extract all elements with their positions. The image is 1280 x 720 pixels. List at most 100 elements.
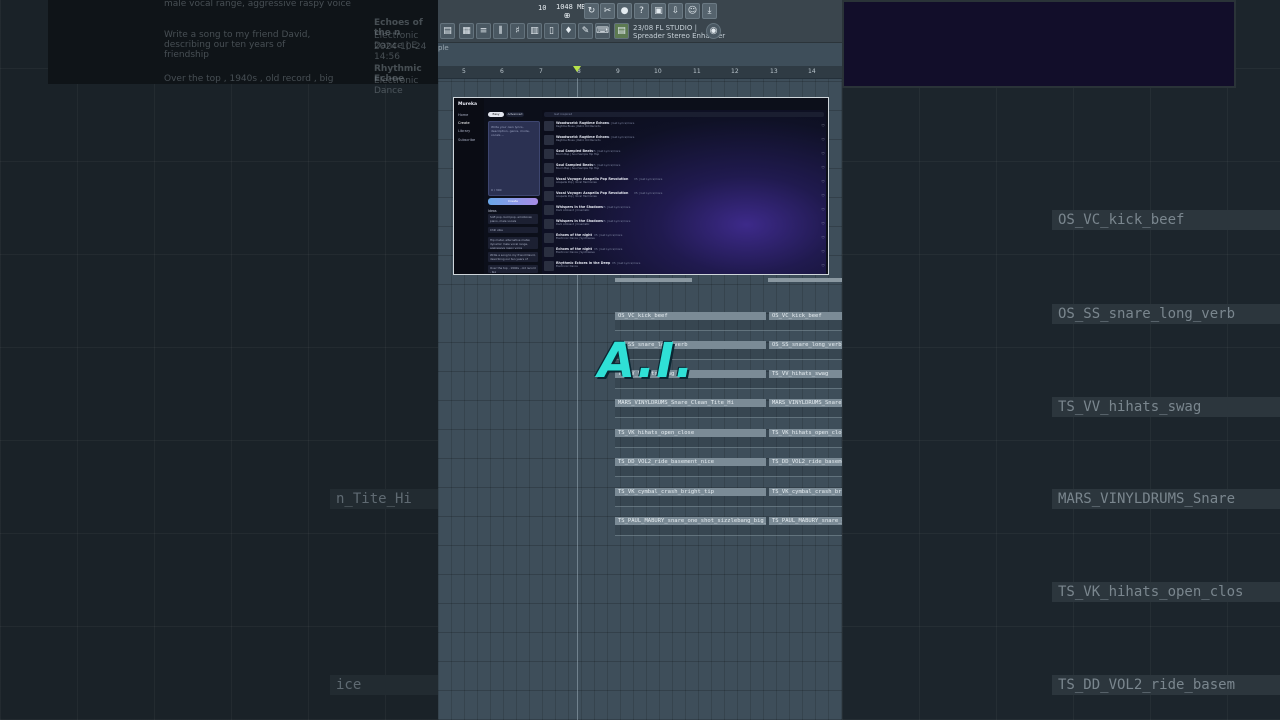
song-item[interactable]: Echoes of the night V5 | Get Lyrics/more… — [542, 246, 826, 259]
clip[interactable]: MARS_VINYLDRUMS_Snare_Clean_Tite_Hi — [769, 399, 842, 407]
nav-library[interactable]: Library — [458, 129, 470, 133]
mic-icon[interactable]: ● — [617, 3, 632, 19]
undo-icon[interactable]: ↻ — [584, 3, 599, 19]
nav-home[interactable]: Home — [458, 113, 468, 117]
clip[interactable]: OS_SS_snare_long_verb — [769, 341, 842, 349]
heart-icon[interactable]: ♡ — [821, 123, 825, 128]
pick-icon[interactable]: ✎ — [578, 23, 593, 39]
mureka-window: Mureka Home Create Library Subscribe Eas… — [453, 97, 829, 275]
scroll-segment[interactable] — [615, 278, 692, 282]
cut-icon[interactable]: ✂ — [600, 3, 615, 19]
nav-subscribe[interactable]: Subscribe — [458, 138, 475, 142]
song-item[interactable]: Woodworld: Ragtime Echoes V5 | Get Lyric… — [542, 120, 826, 133]
clip[interactable]: TS_PAUL_MABURY_snare_one_shot_sizzlebang… — [615, 517, 766, 525]
background-grid — [0, 0, 438, 720]
playhead-marker-icon[interactable] — [573, 66, 581, 72]
heart-icon[interactable]: ♡ — [821, 137, 825, 142]
background-browser-blur: male vocal range, aggressive raspy voice… — [48, 0, 438, 96]
heart-icon[interactable]: ♡ — [821, 263, 825, 268]
background-browser-blur — [842, 0, 1236, 88]
song-subtitle: Electronic Dance — [556, 265, 578, 268]
heart-icon[interactable]: ♡ — [821, 235, 825, 240]
heart-icon[interactable]: ♡ — [821, 249, 825, 254]
plugin-icon[interactable]: ♯ — [510, 23, 525, 39]
search-input[interactable]: Get inspired — [544, 112, 824, 117]
tab-easy[interactable]: Easy — [488, 112, 504, 117]
bg-clip: TS_DD_VOL2_ride_basem — [1052, 675, 1280, 695]
bg-clip: MARS_VINYLDRUMS_Snare — [1052, 489, 1280, 509]
brush-icon[interactable]: ♦ — [561, 23, 576, 39]
song-item[interactable]: Vocal Voyage: Acapella Pop Revolution V5… — [542, 190, 826, 203]
song-item[interactable]: Soul Sampled Beats V5 | Get Lyrics/more … — [542, 148, 826, 161]
idea-item[interactable]: Write a song to my friend David, describ… — [488, 252, 538, 262]
idea-item[interactable]: Chill vibe — [488, 227, 538, 233]
tab-advanced[interactable]: Advanced — [506, 112, 524, 117]
song-subtitle: Ragtime Blues | Retro Old Records — [556, 139, 601, 142]
song-version: V5 | Get Lyrics/more — [594, 247, 623, 251]
scroll-segment[interactable] — [768, 278, 842, 282]
song-item[interactable]: Vocal Voyage: Acapella Pop Revolution V5… — [542, 176, 826, 189]
mureka-sidebar: Mureka Home Create Library Subscribe — [454, 98, 484, 274]
clip[interactable]: TS_VK_cymbal_crash_bright_tip — [615, 488, 766, 496]
song-subtitle: Boom Bap | Soul Sample Hip Hop — [556, 167, 600, 170]
ruler-tick: 5 — [462, 68, 466, 75]
clip[interactable]: TS_DD_VOL2_ride_basement_nice — [615, 458, 766, 466]
song-item[interactable]: Woodworld: Ragtime Echoes V5 | Get Lyric… — [542, 134, 826, 147]
tuner-icon[interactable]: ▯ — [544, 23, 559, 39]
help-icon[interactable]: ? — [634, 3, 649, 19]
idea-item[interactable]: Over the top , 1940s , old record , big — [488, 265, 538, 273]
song-item[interactable]: Whispers in the Shadows V5 | Get Lyrics/… — [542, 218, 826, 231]
browser-icon[interactable]: ▥ — [527, 23, 542, 39]
idea-item[interactable]: Hip metal, alternative metal, dynamic ma… — [488, 237, 538, 249]
bg-clip: OS_SS_snare_long_verb — [1052, 304, 1280, 324]
bg-song-date: 2024-10-24 14:56 — [374, 42, 427, 62]
clip[interactable]: TS_VV_hihats_swag — [769, 370, 842, 378]
create-button[interactable]: Create — [488, 198, 538, 205]
song-subtitle: Dark Ambient | Cinematic — [556, 223, 590, 226]
version: 23/08 — [633, 24, 654, 32]
bg-clip: TS_VV_hihats_swag — [1052, 397, 1280, 417]
keyboard-icon[interactable]: ⌨ — [595, 23, 610, 39]
heart-icon[interactable]: ♡ — [821, 179, 825, 184]
song-subtitle: Acapella Pop | Vocal Harmonies — [556, 181, 597, 184]
download-icon[interactable]: ⤓ — [702, 3, 717, 19]
heart-icon[interactable]: ♡ — [821, 151, 825, 156]
nav-create[interactable]: Create — [458, 121, 470, 125]
piano-icon[interactable]: ▤ — [440, 23, 455, 39]
song-version: V5 | Get Lyrics/more — [602, 219, 631, 223]
hint-icon: ▤ — [614, 23, 629, 39]
timeline-ruler[interactable]: 5 6 7 8 9 10 11 12 13 14 — [438, 66, 842, 79]
idea-item[interactable]: Soft pop, bold pop, emotional, piano, ma… — [488, 214, 538, 224]
mixer-icon[interactable]: ⫼ — [493, 23, 508, 39]
heart-icon[interactable]: ♡ — [821, 207, 825, 212]
prompt-textarea[interactable]: Write your own lyrics, description, genr… — [488, 121, 540, 196]
cpu-icon[interactable]: ◉ — [706, 23, 721, 39]
clip[interactable]: TS_VK_cymbal_crash_bright_tip — [769, 488, 842, 496]
export-icon[interactable]: ⇩ — [668, 3, 683, 19]
song-subtitle: Boom Bap | Soul Sample Hip Hop — [556, 153, 600, 156]
clip[interactable]: OS_VC_kick_beef — [769, 312, 842, 320]
clip[interactable]: TS_VK_hihats_open_close — [615, 429, 766, 437]
song-item[interactable]: Echoes of the night V5 | Get Lyrics/more… — [542, 232, 826, 245]
clip[interactable]: TS_DD_VOL2_ride_basement_nice — [769, 458, 842, 466]
bg-clip: TS_VK_hihats_open_clos — [1052, 582, 1280, 602]
song-item[interactable]: Rhythmic Echoes in the Deep V5 | Get Lyr… — [542, 260, 826, 273]
chat-icon[interactable]: ☺ — [685, 3, 700, 19]
ruler-tick: 6 — [500, 68, 504, 75]
app-name: FL STUDIO | — [655, 24, 697, 32]
channel-icon[interactable]: ≡ — [476, 23, 491, 39]
ruler-tick: 11 — [693, 68, 701, 75]
save-icon[interactable]: ▣ — [651, 3, 666, 19]
clip[interactable]: MARS_VINYLDRUMS_Snare_Clean_Tite_Hi — [615, 399, 766, 407]
clip[interactable]: OS_VC_kick_beef — [615, 312, 766, 320]
bg-prompt: male vocal range, aggressive raspy voice — [164, 0, 351, 9]
clip[interactable]: TS_PAUL_MABURY_snare_one_shot — [769, 517, 842, 525]
playlist-icon[interactable]: ▦ — [459, 23, 474, 39]
song-item[interactable]: Whispers in the Shadows V5 | Get Lyrics/… — [542, 204, 826, 217]
heart-icon[interactable]: ♡ — [821, 221, 825, 226]
clip[interactable]: TS_VK_hihats_open_close — [769, 429, 842, 437]
heart-icon[interactable]: ♡ — [821, 165, 825, 170]
ruler-tick: 12 — [731, 68, 739, 75]
heart-icon[interactable]: ♡ — [821, 193, 825, 198]
song-item[interactable]: Soul Sampled Beats V5 | Get Lyrics/more … — [542, 162, 826, 175]
